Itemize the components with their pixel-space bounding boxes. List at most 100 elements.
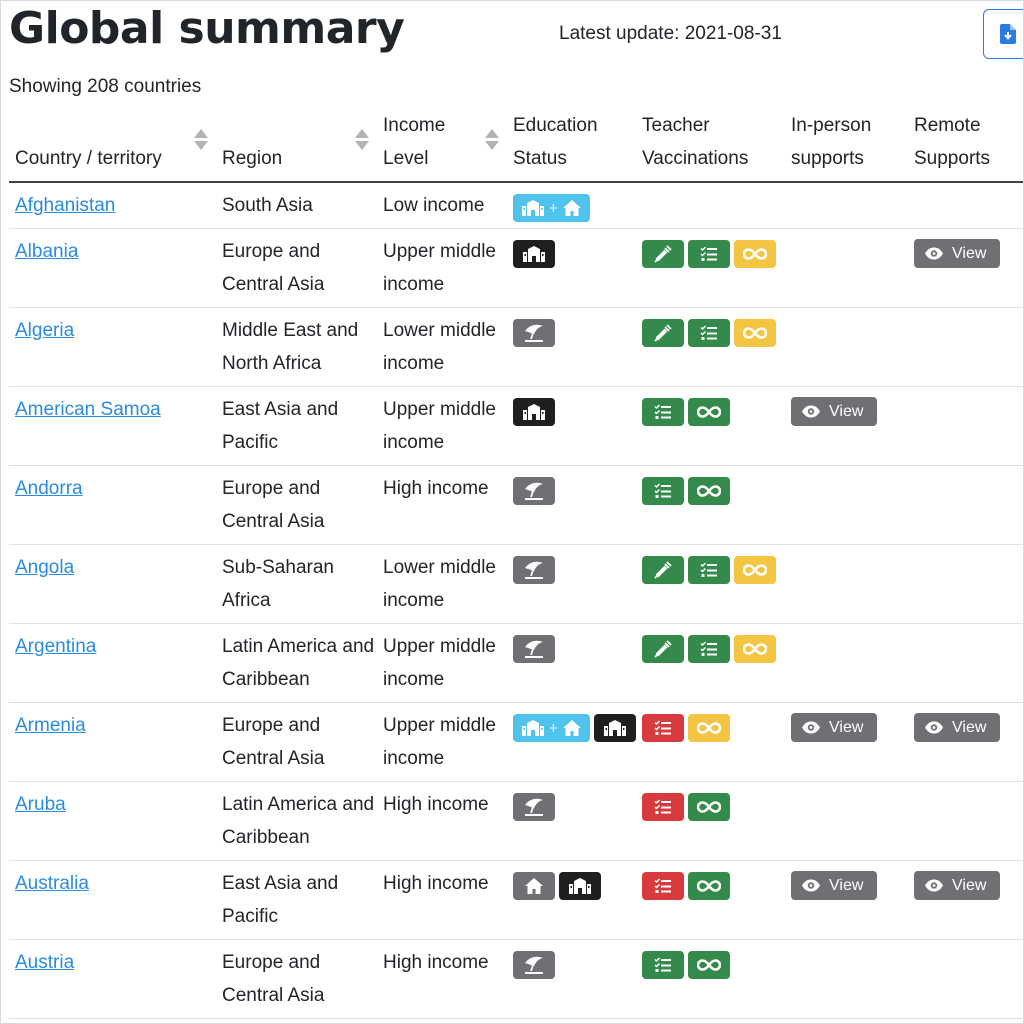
country-link[interactable]: Andorra (15, 478, 83, 499)
column-remote: Remote Supports (908, 109, 1023, 183)
vaccination-badges (642, 709, 785, 742)
vaccination-cell (636, 939, 785, 1019)
in-person-cell (785, 623, 908, 703)
income-cell: High income (377, 939, 507, 1019)
country-cell: Afghanistan (9, 182, 216, 229)
table-row: Albania Europe and Central Asia Upper midd… (9, 228, 1023, 308)
table-header-row: Country / territory Region Income Level … (9, 109, 1023, 183)
in-person-cell (785, 307, 908, 387)
vaccination-infinity-badge (688, 714, 730, 742)
income-cell: High income (377, 465, 507, 545)
country-link[interactable]: Argentina (15, 636, 96, 657)
remote-cell: View (908, 702, 1023, 782)
education-cell (507, 307, 636, 387)
education-badges: + (513, 189, 636, 222)
country-link[interactable]: Algeria (15, 320, 74, 341)
region-cell: Europe and Central Asia (216, 702, 377, 782)
view-button[interactable]: View (914, 239, 1001, 268)
view-button[interactable]: View (914, 713, 1001, 742)
education-badges (513, 472, 636, 505)
table-row: Afghanistan South Asia Low income + (9, 182, 1023, 229)
umbrella-beach-icon (523, 560, 545, 580)
page-title: Global summary (9, 3, 405, 54)
education-badges (513, 867, 636, 900)
remote-cell: View (908, 860, 1023, 940)
column-label: Region (222, 148, 283, 169)
education-cell (507, 781, 636, 861)
country-link[interactable]: Albania (15, 241, 78, 262)
sort-icon[interactable] (194, 129, 208, 153)
country-cell: Albania (9, 228, 216, 308)
checklist-icon (700, 641, 718, 657)
vaccination-syringe-badge (642, 240, 684, 268)
vaccination-checklist-badge (688, 319, 730, 347)
country-link[interactable]: Australia (15, 873, 89, 894)
vaccination-checklist-badge (642, 872, 684, 900)
school-icon (522, 403, 546, 421)
sort-icon[interactable] (485, 129, 499, 153)
view-button[interactable]: View (791, 397, 878, 426)
column-country[interactable]: Country / territory (9, 109, 216, 183)
education-break-badge (513, 319, 555, 347)
vaccination-checklist-badge (688, 635, 730, 663)
vaccination-cell (636, 465, 785, 545)
region-cell: Europe and Central Asia (216, 939, 377, 1019)
country-cell: Angola (9, 544, 216, 624)
income-cell: High income (377, 781, 507, 861)
vaccination-checklist-badge (642, 951, 684, 979)
vaccination-badges (642, 551, 785, 584)
education-remote-badge (513, 872, 555, 900)
in-person-cell: View (785, 386, 908, 466)
view-label: View (952, 719, 987, 736)
vaccination-cell (636, 702, 785, 782)
region-cell: Sub-Saharan Africa (216, 544, 377, 624)
view-button[interactable]: View (914, 871, 1001, 900)
home-icon (524, 877, 544, 895)
region-cell: Latin America and Caribbean (216, 781, 377, 861)
education-cell: + (507, 702, 636, 782)
vaccination-checklist-badge (688, 556, 730, 584)
download-button[interactable] (983, 9, 1023, 59)
vaccination-syringe-badge (642, 556, 684, 584)
syringe-icon (654, 561, 672, 579)
in-person-cell (785, 228, 908, 308)
country-link[interactable]: Angola (15, 557, 74, 578)
education-badges (513, 235, 636, 268)
column-region[interactable]: Region (216, 109, 377, 183)
education-badges (513, 314, 636, 347)
school-icon (521, 719, 545, 737)
sort-icon[interactable] (355, 129, 369, 153)
infinity-icon (743, 248, 767, 260)
country-link[interactable]: Austria (15, 952, 74, 973)
umbrella-beach-icon (523, 955, 545, 975)
in-person-cell (785, 544, 908, 624)
vaccination-badges (642, 235, 785, 268)
vaccination-infinity-badge (734, 319, 776, 347)
column-label: Teacher Vaccinations (642, 115, 749, 169)
education-closed-badge (513, 240, 555, 268)
income-cell: Lower middle income (377, 307, 507, 387)
vaccination-syringe-badge (642, 319, 684, 347)
education-cell (507, 544, 636, 624)
country-link[interactable]: Afghanistan (15, 195, 115, 216)
remote-cell (908, 939, 1023, 1019)
country-link[interactable]: Aruba (15, 794, 66, 815)
view-button[interactable]: View (791, 871, 878, 900)
summary-table: Country / territory Region Income Level … (9, 109, 1023, 1019)
income-cell: Upper middle income (377, 386, 507, 466)
education-badges (513, 630, 636, 663)
region-cell: Europe and Central Asia (216, 465, 377, 545)
education-hybrid-badge: + (513, 714, 590, 742)
income-cell: Upper middle income (377, 702, 507, 782)
column-income[interactable]: Income Level (377, 109, 507, 183)
country-link[interactable]: American Samoa (15, 399, 161, 420)
plus-sign: + (549, 199, 558, 217)
column-education: Education Status (507, 109, 636, 183)
syringe-icon (654, 245, 672, 263)
view-button[interactable]: View (791, 713, 878, 742)
vaccination-badges (642, 472, 785, 505)
vaccination-cell (636, 781, 785, 861)
in-person-cell (785, 182, 908, 229)
country-link[interactable]: Armenia (15, 715, 86, 736)
vaccination-badges (642, 314, 785, 347)
